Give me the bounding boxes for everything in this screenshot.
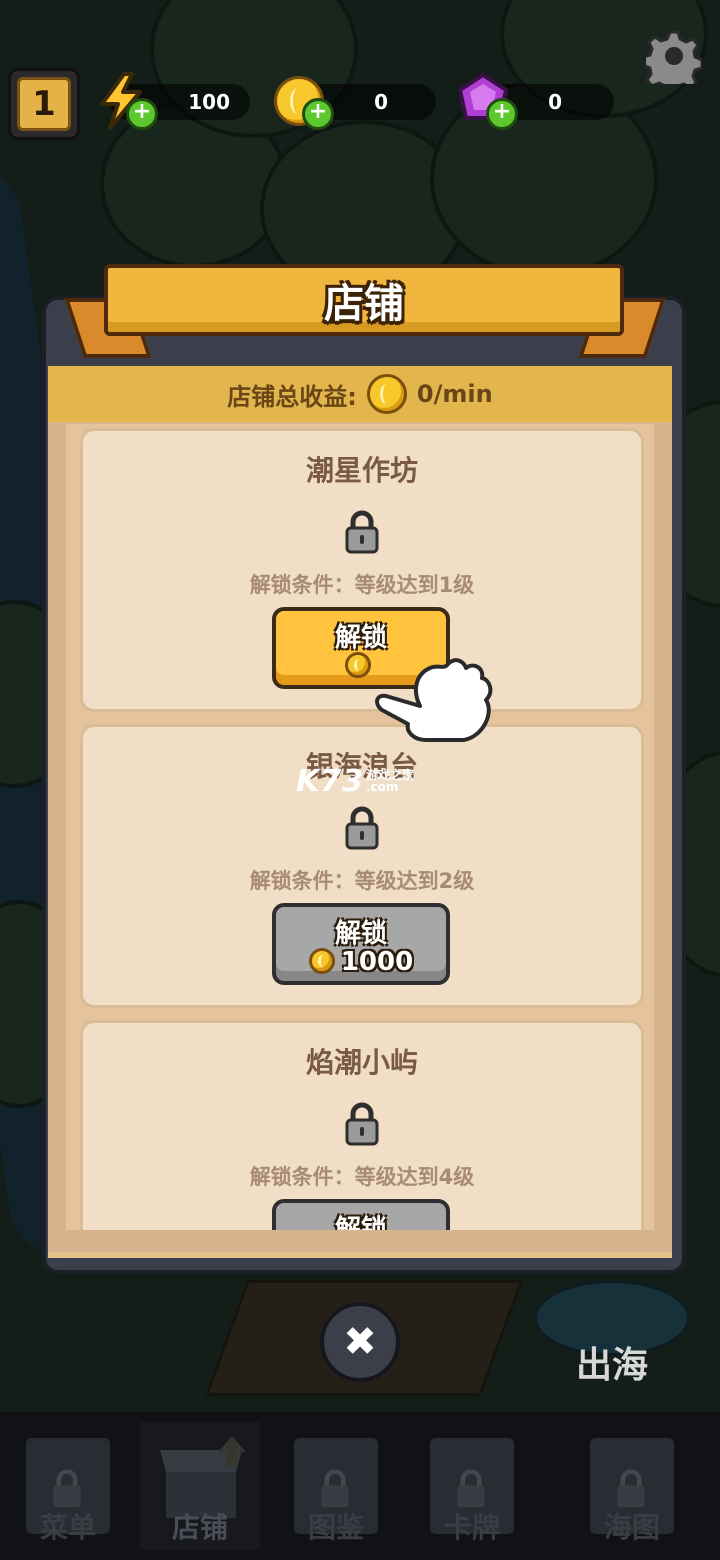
nav-label: 菜单 (39, 1511, 96, 1544)
panel-title: 店铺 (324, 281, 404, 327)
close-icon: ✖ (343, 1319, 377, 1365)
lock-icon (345, 1102, 379, 1146)
lock-icon (617, 1469, 645, 1508)
bottom-nav: 菜单 店铺 图鉴 卡牌 海图 (0, 1412, 720, 1560)
nav-label: 店铺 (171, 1511, 228, 1544)
plus-icon: + (486, 98, 518, 130)
nav-item-collection[interactable]: 图鉴 (276, 1422, 396, 1550)
lock-icon (345, 510, 379, 554)
unlock-button[interactable]: 解锁 1000 (272, 903, 450, 985)
plus-icon: + (302, 98, 334, 130)
unlock-button-label: 解锁 (334, 919, 387, 949)
nav-label: 卡牌 (443, 1511, 500, 1544)
lock-icon (321, 1469, 349, 1508)
shop-name: 焰潮小屿 (305, 1046, 418, 1079)
lock-icon (53, 1469, 81, 1508)
plus-icon: + (126, 98, 158, 130)
panel-title-ribbon: 店铺 (104, 264, 624, 336)
watermark-url: .com (366, 780, 399, 794)
shop-card: 焰潮小屿 解锁条件：等级达到4级 解锁 (80, 1020, 644, 1230)
nav-item-cards[interactable]: 卡牌 (412, 1422, 532, 1550)
unlock-condition: 解锁条件：等级达到4级 (249, 1165, 475, 1189)
unlock-cost: 1000 (276, 947, 446, 977)
coin-icon (308, 948, 335, 974)
energy-add-button[interactable]: + (96, 72, 158, 130)
nav-item-sea-map[interactable]: 海图 (572, 1422, 692, 1550)
unlock-condition: 解锁条件：等级达到2级 (249, 869, 475, 893)
gear-icon (641, 30, 704, 95)
nav-item-shop[interactable]: 店铺 (140, 1422, 260, 1550)
gem-add-button[interactable]: + (456, 72, 518, 130)
gem-value: 0 (548, 90, 562, 114)
shop-name: 潮星作坊 (305, 454, 418, 487)
nav-label: 海图 (603, 1511, 660, 1544)
watermark-logo: K73 游戏之家 .com (296, 764, 414, 799)
nav-item-menu[interactable]: 菜单 (8, 1422, 128, 1550)
close-button[interactable]: ✖ (320, 1302, 400, 1382)
nav-label: 图鉴 (307, 1511, 364, 1544)
top-hud: 1 100 + 0 + 0 + (0, 0, 720, 150)
coin-icon (366, 374, 407, 414)
set-sail-button[interactable]: 出海 (576, 1336, 648, 1388)
unlock-button-label: 解锁 (334, 1215, 387, 1230)
total-income-bar: 店铺总收益: 0/min (48, 366, 672, 422)
shop-list[interactable]: 潮星作坊 解锁条件：等级达到1级 解锁 银海浪台 解锁条件：等级达到2级 解锁 … (66, 424, 654, 1230)
energy-value: 100 (188, 90, 230, 114)
level-badge[interactable]: 1 (8, 68, 80, 140)
lock-icon (345, 806, 379, 850)
coin-add-button[interactable]: + (272, 72, 334, 130)
tutorial-hand-icon (375, 658, 493, 742)
lock-icon (457, 1469, 485, 1508)
coin-value: 0 (374, 90, 388, 114)
watermark-brand: K73 (296, 764, 364, 799)
settings-button[interactable] (641, 28, 704, 95)
unlock-condition: 解锁条件：等级达到1级 (249, 573, 475, 597)
income-value: 0/min (416, 380, 493, 408)
shop-card: 潮星作坊 解锁条件：等级达到1级 解锁 (80, 428, 644, 712)
level-number: 1 (17, 77, 71, 131)
income-label: 店铺总收益: (227, 382, 357, 411)
unlock-button[interactable]: 解锁 (272, 1199, 450, 1230)
